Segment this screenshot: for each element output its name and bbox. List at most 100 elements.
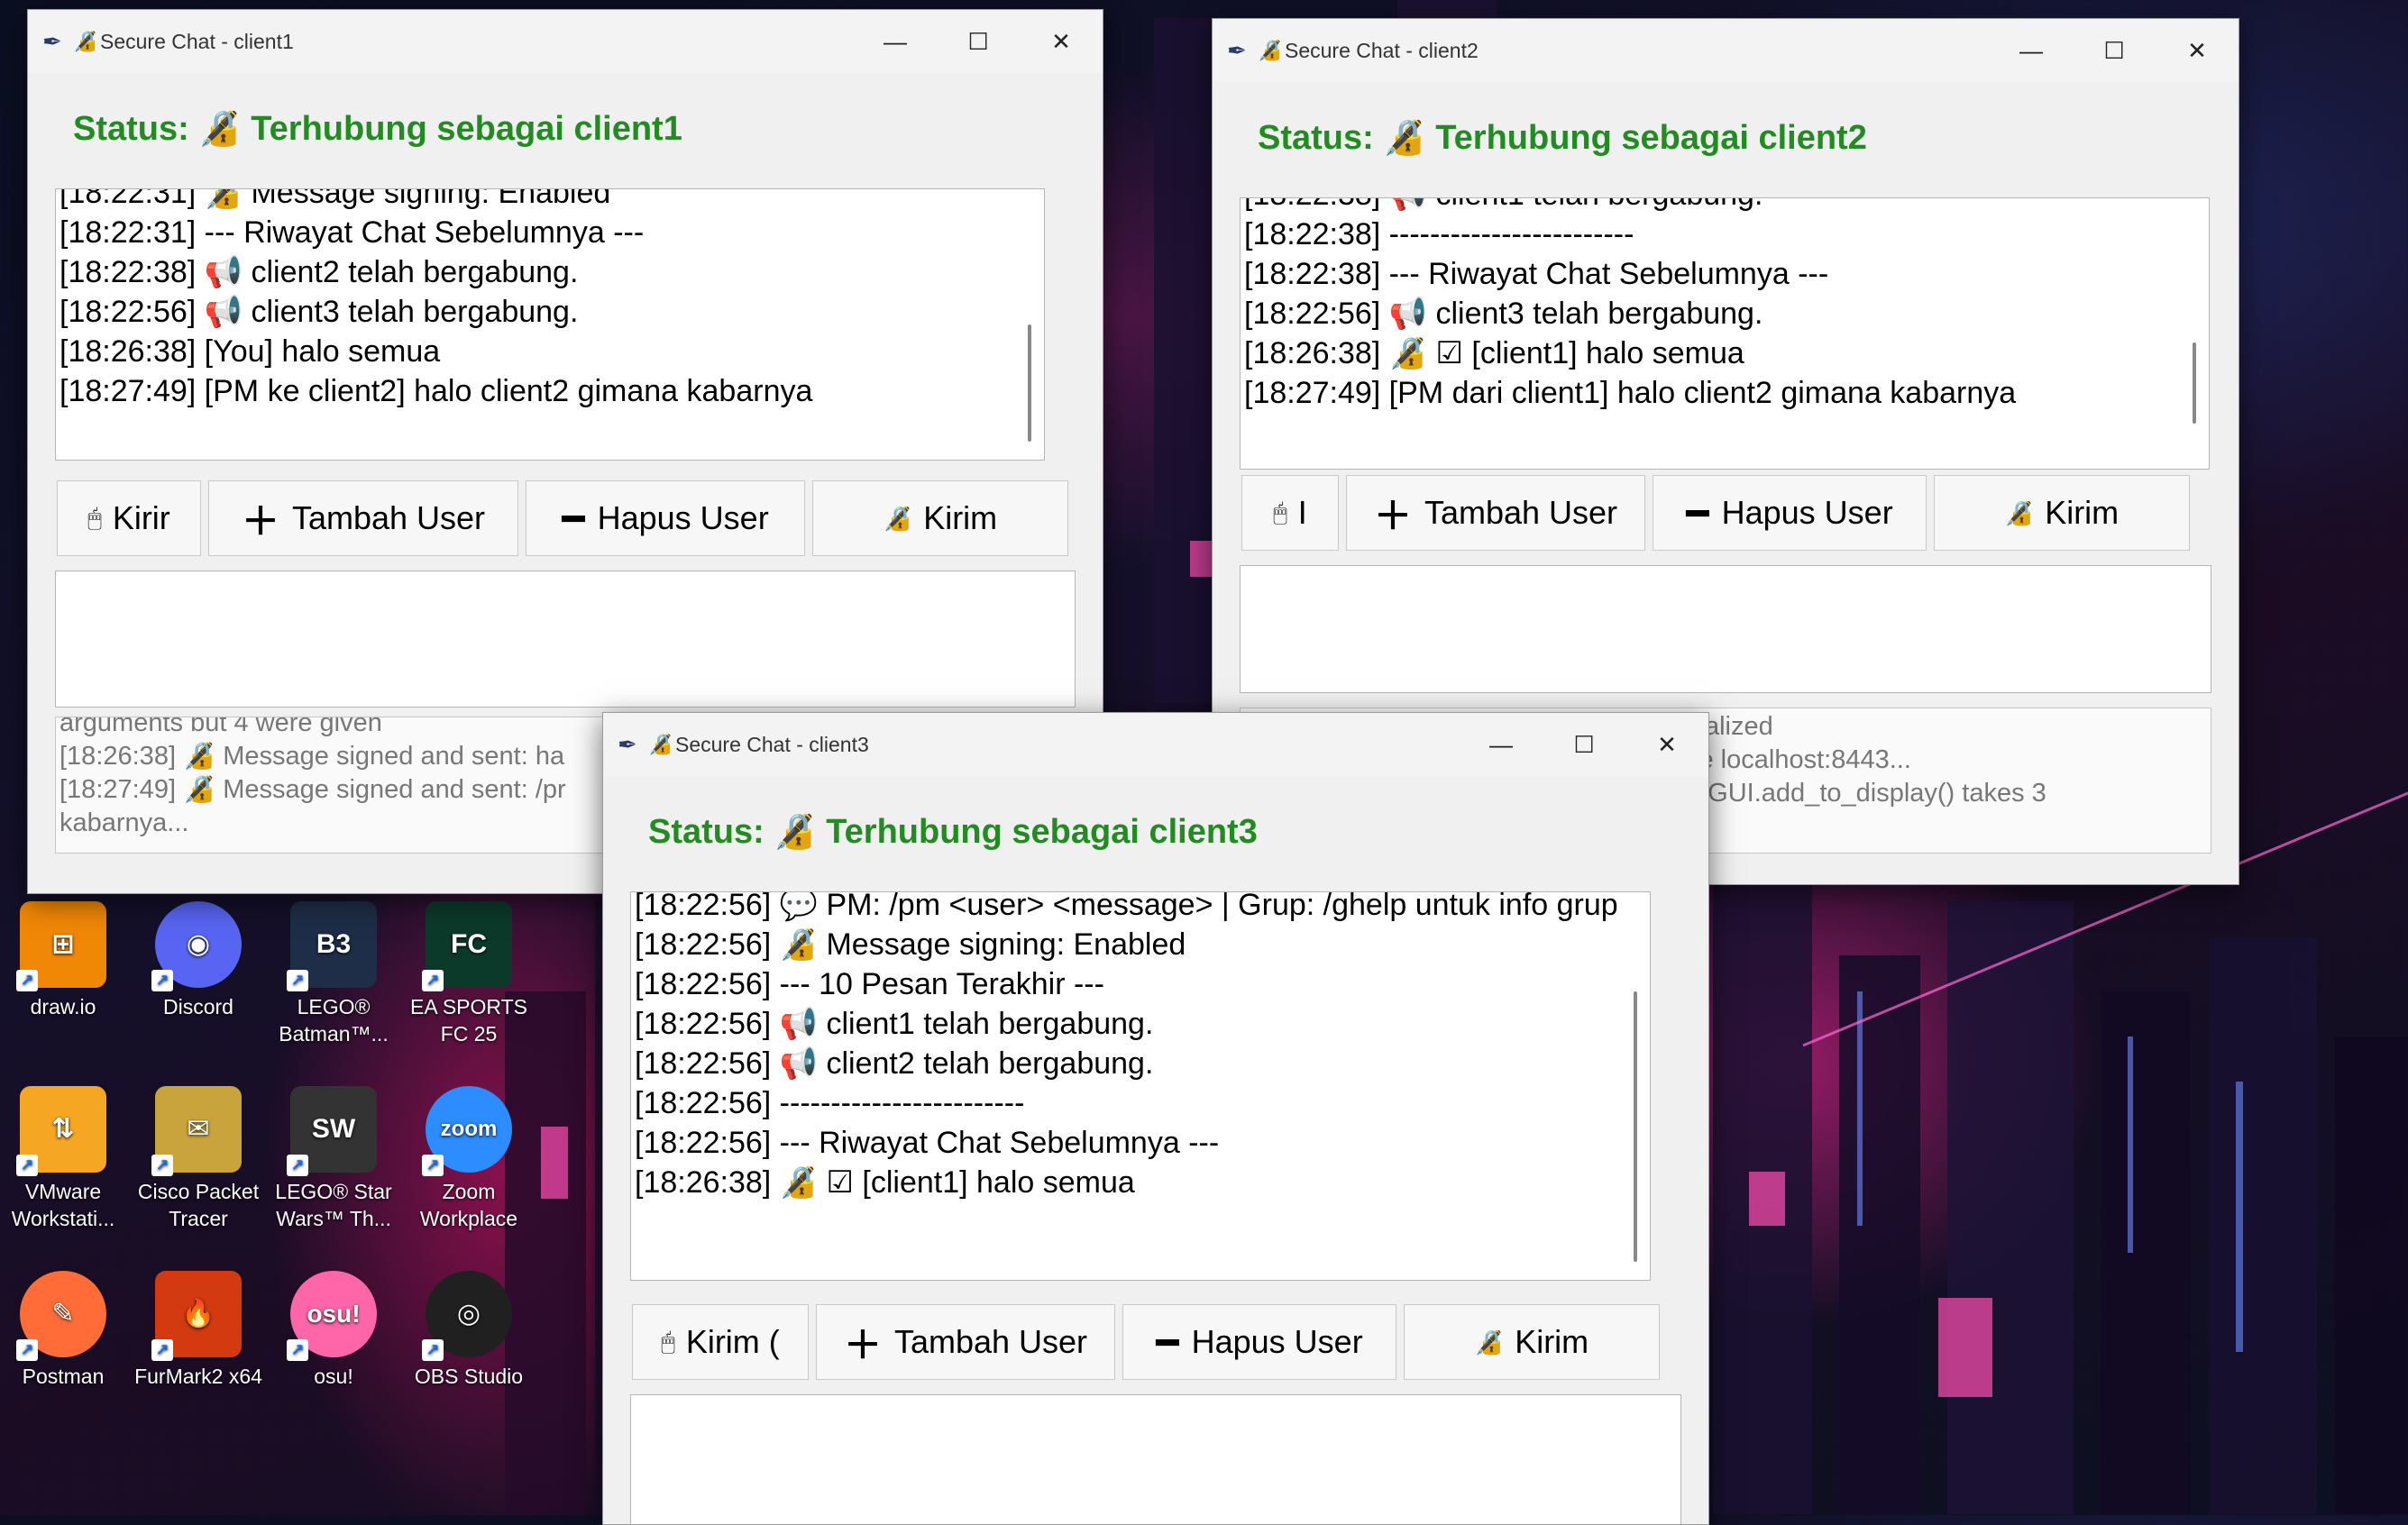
desktop-icon-obs[interactable]: ◎ ↗ OBS Studio: [401, 1271, 536, 1390]
remove-user-button[interactable]: ━ Hapus User: [1122, 1304, 1396, 1380]
obs-icon: ◎ ↗: [422, 1271, 512, 1361]
lock-icon: 🔏: [1383, 119, 1426, 157]
chat-line: [18:22:56] 💬 PM: /pm <user> <message> | …: [635, 891, 1618, 922]
desktop-icon-ea-fc25[interactable]: FC ↗ EA SPORTS FC 25: [401, 901, 536, 1047]
chat-line: [18:22:56] ------------------------: [635, 1086, 1025, 1120]
chat-line: [18:22:56] 📢 client3 telah bergabung.: [60, 295, 579, 329]
title-bar[interactable]: ✒ 🔏 Secure Chat - client3 — ☐ ✕: [603, 713, 1708, 776]
mouse-icon: 🖱: [1273, 498, 1287, 525]
minimize-button[interactable]: —: [854, 10, 937, 73]
lego-batman-icon: B3 ↗: [287, 901, 377, 991]
desktop-icon-label: LEGO® Batman™...: [279, 995, 389, 1046]
desktop-icon-label: Discord: [163, 995, 233, 1018]
lock-icon: 🔏: [73, 30, 98, 52]
lock-icon: 🔏: [648, 733, 673, 755]
lock-icon: 🔏: [1474, 1328, 1505, 1356]
window-client3[interactable]: ✒ 🔏 Secure Chat - client3 — ☐ ✕ Status: …: [602, 712, 1709, 1525]
title-bar[interactable]: ✒ 🔏 Secure Chat - client1 — ☐ ✕: [28, 10, 1103, 73]
message-input[interactable]: [55, 571, 1076, 708]
maximize-button[interactable]: ☐: [937, 10, 1020, 73]
desktop-icon-label: Postman: [22, 1365, 105, 1388]
discord-icon: ◉ ↗: [151, 901, 242, 991]
lock-icon: 🔏: [774, 813, 817, 851]
status-label: Status: 🔏 Terhubung sebagai client2: [1258, 119, 1867, 157]
send-file-button[interactable]: 🖱 I: [1241, 475, 1339, 551]
chat-line: [18:22:38] 📢 client2 telah bergabung.: [60, 255, 579, 289]
chat-display[interactable]: [18:22:38] 📢 client1 telah bergabung. [1…: [1240, 197, 2210, 470]
desktop-icon-label: VMware Workstati...: [11, 1180, 115, 1230]
mouse-icon: 🖱: [661, 1328, 675, 1355]
desktop-icon-lego-starwars[interactable]: SW ↗ LEGO® Star Wars™ Th...: [266, 1086, 401, 1232]
lego-starwars-icon: SW ↗: [287, 1086, 377, 1176]
minimize-button[interactable]: —: [1990, 19, 2073, 82]
send-button[interactable]: 🔏 Kirim: [1404, 1304, 1660, 1380]
button-row: 🖱 Kirim ( ＋ Tambah User ━ Hapus User 🔏 Kirim: [632, 1304, 1660, 1380]
button-row: 🖱 I ＋ Tambah User ━ Hapus User 🔏 Kirim: [1241, 475, 2190, 551]
desktop-icon-vmware[interactable]: ⇅ ↗ VMware Workstati...: [0, 1086, 131, 1232]
desktop-icon-discord[interactable]: ◉ ↗ Discord: [131, 901, 266, 1020]
desktop-icon-label: FurMark2 x64: [134, 1365, 262, 1388]
chat-line: [18:22:38] ------------------------: [1244, 217, 1634, 251]
window-title: Secure Chat - client2: [1285, 38, 1479, 62]
log-line: ke localhost:8443...: [1686, 745, 1911, 774]
desktop-icon-furmark[interactable]: 🔥 ↗ FurMark2 x64: [131, 1271, 266, 1390]
chat-display[interactable]: [18:22:31] 🔏 Message signing: Enabled [1…: [55, 188, 1045, 461]
desktop-icon-cisco[interactable]: ✉ ↗ Cisco Packet Tracer: [131, 1086, 266, 1232]
add-user-button[interactable]: ＋ Tambah User: [816, 1304, 1115, 1380]
desktop-icon-label: Zoom Workplace: [419, 1180, 518, 1230]
maximize-button[interactable]: ☐: [1543, 713, 1625, 776]
title-bar[interactable]: ✒ 🔏 Secure Chat - client2 — ☐ ✕: [1213, 19, 2239, 82]
lock-icon: 🔏: [2004, 498, 2035, 526]
desktop-icon-drawio[interactable]: ⊞ ↗ draw.io: [0, 901, 131, 1020]
scrollbar[interactable]: [1634, 991, 1637, 1262]
window-title: Secure Chat - client3: [675, 732, 869, 756]
status-label: Status: 🔏 Terhubung sebagai client3: [648, 813, 1258, 851]
add-user-button[interactable]: ＋ Tambah User: [1346, 475, 1645, 551]
chat-line: [18:22:56] --- 10 Pesan Terakhir ---: [635, 967, 1104, 1001]
desktop-icon-label: Cisco Packet Tracer: [137, 1180, 260, 1230]
furmark-icon: 🔥 ↗: [151, 1271, 242, 1361]
chat-display[interactable]: [18:22:56] 💬 PM: /pm <user> <message> | …: [630, 891, 1651, 1281]
send-button[interactable]: 🔏 Kirim: [812, 480, 1068, 556]
close-button[interactable]: ✕: [2156, 19, 2239, 82]
desktop-icon-label: OBS Studio: [414, 1365, 524, 1388]
osu-icon: osu! ↗: [287, 1271, 377, 1361]
lock-icon: 🔏: [1258, 39, 1283, 61]
feather-icon: ✒: [618, 730, 637, 758]
remove-user-button[interactable]: ━ Hapus User: [526, 480, 805, 556]
desktop-icon-postman[interactable]: ✎ ↗ Postman: [0, 1271, 131, 1390]
button-row: 🖱 Kirir ＋ Tambah User ━ Hapus User 🔏 Kirim: [57, 480, 1068, 556]
chat-line: [18:22:56] --- Riwayat Chat Sebelumnya -…: [635, 1126, 1220, 1160]
postman-icon: ✎ ↗: [16, 1271, 106, 1361]
desktop-icon-osu[interactable]: osu! ↗ osu!: [266, 1271, 401, 1390]
lock-icon: 🔏: [883, 504, 913, 532]
message-input[interactable]: [1240, 565, 2211, 693]
send-file-button[interactable]: 🖱 Kirir: [57, 480, 201, 556]
minimize-button[interactable]: —: [1460, 713, 1543, 776]
plus-icon: ＋: [241, 499, 279, 543]
ea-sports-icon: FC ↗: [422, 901, 512, 991]
maximize-button[interactable]: ☐: [2073, 19, 2156, 82]
desktop-icon-label: EA SPORTS FC 25: [410, 995, 527, 1046]
scrollbar[interactable]: [2193, 342, 2196, 424]
close-button[interactable]: ✕: [1625, 713, 1708, 776]
feather-icon: ✒: [42, 27, 62, 55]
close-button[interactable]: ✕: [1020, 10, 1103, 73]
log-line: atGUI.add_to_display() takes 3: [1686, 779, 2046, 808]
desktop-icon-zoom[interactable]: zoom ↗ Zoom Workplace: [401, 1086, 536, 1232]
send-file-button[interactable]: 🖱 Kirim (: [632, 1304, 809, 1380]
send-button[interactable]: 🔏 Kirim: [1934, 475, 2190, 551]
window-title: Secure Chat - client1: [100, 29, 294, 53]
remove-user-button[interactable]: ━ Hapus User: [1653, 475, 1927, 551]
chat-line: [18:22:56] 🔏 Message signing: Enabled: [635, 927, 1186, 962]
drawio-icon: ⊞ ↗: [16, 901, 106, 991]
feather-icon: ✒: [1227, 36, 1247, 64]
message-input[interactable]: [630, 1394, 1681, 1524]
desktop-icon-lego-batman[interactable]: B3 ↗ LEGO® Batman™...: [266, 901, 401, 1047]
chat-line: [18:22:56] 📢 client3 telah bergabung.: [1244, 297, 1763, 331]
scrollbar[interactable]: [1028, 324, 1031, 442]
chat-line: [18:26:38] 🔏 ☑ [client1] halo semua: [635, 1165, 1135, 1200]
chat-line: [18:22:38] --- Riwayat Chat Sebelumnya -…: [1244, 257, 1829, 291]
add-user-button[interactable]: ＋ Tambah User: [208, 480, 518, 556]
chat-line: [18:22:38] 📢 client1 telah bergabung.: [1241, 198, 2209, 215]
